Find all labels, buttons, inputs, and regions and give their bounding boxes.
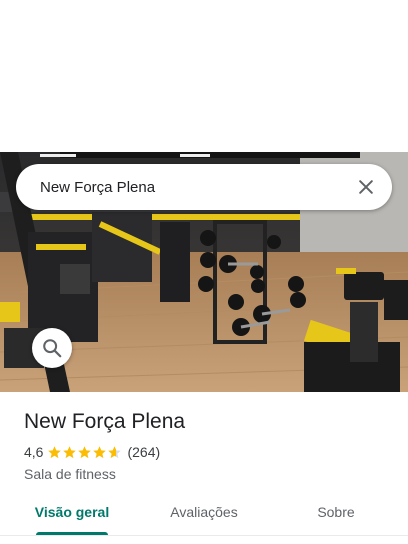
star-rating	[47, 445, 122, 460]
close-button[interactable]	[346, 167, 386, 207]
tabs-divider	[0, 535, 408, 536]
place-info-panel: New Força Plena 4,6 (264) Sala de fitnes…	[0, 392, 408, 544]
search-icon	[43, 339, 62, 358]
search-query[interactable]: New Força Plena	[16, 179, 346, 196]
rating-value: 4,6	[24, 444, 44, 460]
top-blank-area	[0, 0, 408, 152]
search-button[interactable]	[32, 328, 72, 368]
place-tabs: Visão geral Avaliações Sobre	[0, 496, 408, 544]
place-category[interactable]: Sala de fitness	[24, 466, 116, 482]
star-icon	[93, 445, 107, 458]
close-icon	[359, 180, 373, 194]
place-title: New Força Plena	[24, 410, 186, 433]
star-half-icon	[108, 445, 122, 458]
star-icon	[78, 445, 92, 458]
review-count[interactable]: (264)	[127, 444, 160, 460]
search-bar[interactable]: New Força Plena	[16, 164, 392, 368]
star-icon	[63, 445, 77, 458]
rating-row[interactable]: 4,6 (264)	[24, 444, 160, 460]
star-icon	[48, 445, 62, 458]
